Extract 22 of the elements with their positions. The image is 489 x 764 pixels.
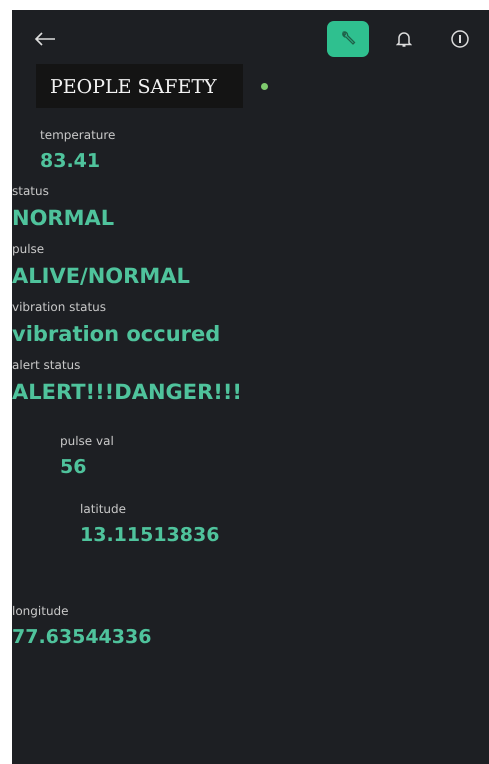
widget-value: NORMAL: [12, 206, 114, 230]
widget-value: vibration occured: [12, 322, 220, 346]
info-icon: [450, 29, 470, 49]
dashboard-title: PEOPLE SAFETY: [36, 64, 243, 108]
widget-value: ALERT!!!DANGER!!!: [12, 380, 242, 404]
widget-label: vibration status: [12, 300, 108, 314]
widget-label: status: [12, 184, 50, 198]
widget-value: 83.41: [40, 150, 102, 172]
widget-label: longitude: [12, 604, 70, 618]
online-status-icon: [260, 82, 268, 90]
widget-value: 56: [60, 456, 88, 478]
wrench-button[interactable]: [327, 21, 369, 57]
bell-icon: [396, 30, 412, 48]
widget-label: pulse: [12, 242, 46, 256]
widget-label: temperature: [40, 128, 116, 142]
back-arrow-icon[interactable]: [34, 32, 56, 46]
widget-label: alert status: [12, 358, 82, 372]
widget-label: latitude: [80, 502, 128, 516]
widget-value: 77.63544336: [12, 626, 152, 648]
widget-value: ALIVE/NORMAL: [12, 264, 190, 288]
widget-label: pulse val: [60, 434, 114, 448]
widget-value: 13.11513836: [80, 524, 220, 546]
